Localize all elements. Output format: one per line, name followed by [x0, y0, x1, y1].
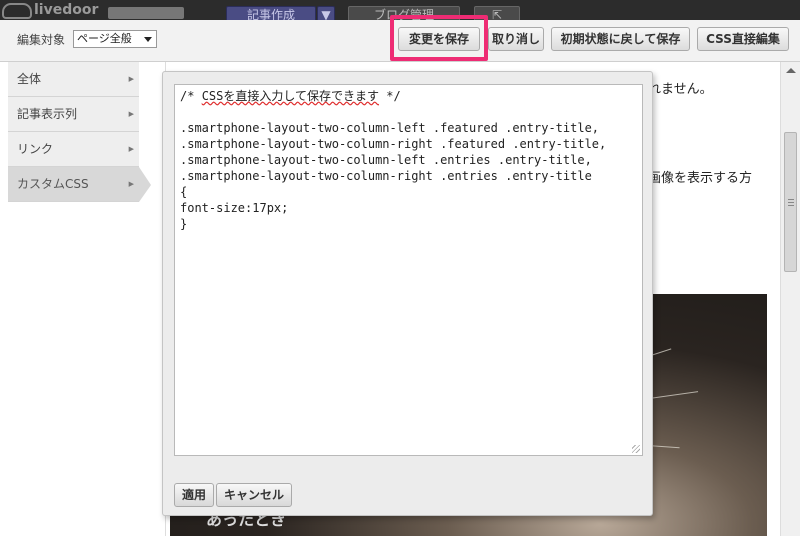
create-article-dropdown[interactable]: ▼ [317, 6, 335, 20]
preview-text: れません。 [648, 82, 713, 97]
chevron-right-icon: ▶ [128, 75, 134, 83]
sidebar-item-link[interactable]: リンク ▶ [8, 132, 139, 167]
logo-icon [2, 3, 32, 19]
code-comment-suffix: */ [379, 89, 401, 103]
undo-button[interactable]: 取り消し [488, 27, 544, 51]
sidebar: 全体 ▶ 記事表示列 ▶ リンク ▶ カスタムCSS ▶ [8, 62, 151, 202]
sidebar-item-all[interactable]: 全体 ▶ [8, 62, 139, 97]
sidebar-item-label: 全体 [17, 72, 42, 86]
chevron-right-icon: ▶ [128, 180, 134, 188]
sidebar-item-label: 記事表示列 [17, 107, 78, 121]
logo-badge [108, 7, 184, 19]
code-comment-prefix: /* [180, 89, 202, 103]
highlight-box [390, 15, 488, 61]
apply-button[interactable]: 適用 [174, 483, 214, 507]
cancel-button[interactable]: キャンセル [216, 483, 292, 507]
logo-text: livedoor [34, 2, 99, 18]
preview-text: 画像を表示する方 [648, 171, 753, 186]
sidebar-item-article-column[interactable]: 記事表示列 ▶ [8, 97, 139, 132]
css-textarea[interactable]: /* CSSを直接入力して保存できます */ .smartphone-layou… [174, 84, 643, 456]
edit-target-select[interactable]: ページ全般 [73, 30, 157, 48]
create-article-button[interactable]: 記事作成 [226, 6, 316, 20]
code-body: .smartphone-layout-two-column-left .feat… [180, 121, 607, 231]
reset-and-save-button[interactable]: 初期状態に戻して保存 [551, 27, 690, 51]
sidebar-item-label: リンク [17, 142, 54, 156]
chevron-right-icon: ▶ [128, 145, 134, 153]
sidebar-item-custom-css[interactable]: カスタムCSS ▶ [8, 167, 151, 202]
chevron-down-icon [144, 37, 152, 42]
custom-css-panel: /* CSSを直接入力して保存できます */ .smartphone-layou… [162, 71, 653, 516]
sidebar-item-label: カスタムCSS [17, 177, 89, 191]
resize-handle-icon[interactable] [632, 445, 640, 453]
css-direct-edit-button[interactable]: CSS直接編集 [697, 27, 789, 51]
vertical-scrollbar[interactable] [780, 62, 800, 536]
scroll-thumb[interactable] [784, 132, 797, 272]
chevron-right-icon: ▶ [128, 110, 134, 118]
code-comment-text: CSSを直接入力して保存できます [201, 89, 380, 103]
scroll-up-icon[interactable] [786, 68, 796, 73]
edit-target-label: 編集対象 [17, 33, 66, 47]
edit-target-value: ページ全般 [77, 32, 132, 45]
